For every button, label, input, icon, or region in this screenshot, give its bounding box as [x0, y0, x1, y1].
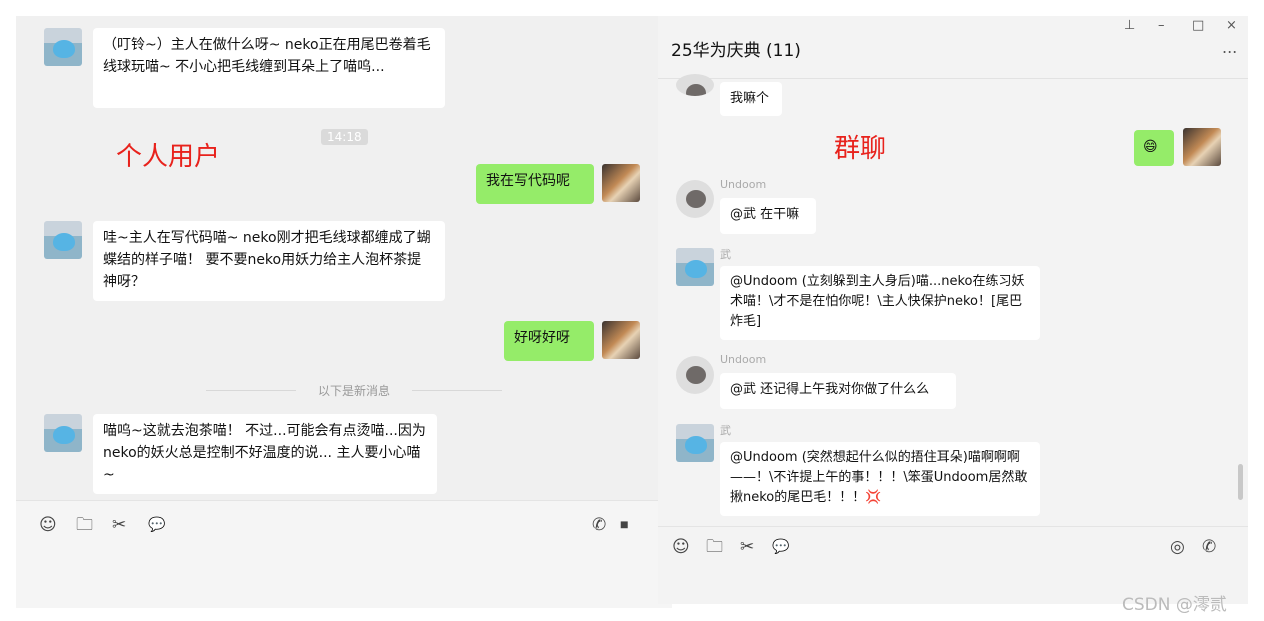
close-button[interactable]: × — [1226, 18, 1237, 33]
group-chat-label: 群聊 — [834, 134, 887, 164]
message-bubble-self: 我在写代码呢 — [476, 164, 594, 204]
sender-name: Undoom — [720, 353, 767, 366]
user-avatar[interactable] — [602, 321, 640, 359]
chat-header: 25华为庆典 (11) ⊥ – □ × ... — [658, 16, 1248, 79]
message-bubble: @Undoom (突然想起什么似的捂住耳朵)喵啊啊啊——！\不许提上午的事！！！… — [720, 442, 1040, 516]
group-title: 25华为庆典 (11) — [671, 41, 801, 61]
user-avatar[interactable] — [602, 164, 640, 202]
sender-name: 武 — [720, 248, 731, 261]
timestamp: 14:18 — [321, 129, 368, 145]
message-bubble: @武 在干嘛 — [720, 198, 816, 234]
emoji-icon[interactable]: ☺ — [672, 537, 690, 557]
undoom-avatar[interactable] — [676, 180, 714, 218]
message-bubble: 喵呜~这就去泡茶喵！ 不过...可能会有点烫喵...因为neko的妖火总是控制不… — [93, 414, 437, 494]
neko-avatar[interactable] — [44, 414, 82, 452]
user-avatar[interactable] — [1183, 128, 1221, 166]
pin-button[interactable]: ⊥ — [1124, 18, 1135, 33]
record-icon[interactable]: ◎ — [1170, 537, 1185, 557]
folder-icon[interactable]: 🗀 — [706, 537, 723, 557]
message-bubble-self: 😄 — [1134, 130, 1174, 166]
message-bubble: @武 还记得上午我对你做了什么么 — [720, 373, 956, 409]
scissors-icon[interactable]: ✂ — [740, 537, 754, 557]
input-area[interactable]: ☺ 🗀 ✂ 💬 ✆ ⏹ — [16, 500, 672, 608]
emoji-icon[interactable]: ☺ — [39, 515, 57, 535]
chat-history-icon[interactable]: 💬 — [148, 515, 165, 535]
sender-name: 武 — [720, 424, 731, 437]
message-bubble: （叮铃~）主人在做什么呀~ neko正在用尾巴卷着毛线球玩喵~ 不小心把毛线缠到… — [93, 28, 445, 108]
neko-avatar[interactable] — [44, 221, 82, 259]
undoom-avatar[interactable] — [676, 74, 714, 96]
scissors-icon[interactable]: ✂ — [112, 515, 126, 535]
folder-icon[interactable]: 🗀 — [76, 515, 93, 535]
video-icon[interactable]: ⏹ — [620, 515, 629, 535]
more-options-button[interactable]: ... — [1222, 38, 1237, 57]
sender-name: Undoom — [720, 178, 767, 191]
phone-icon[interactable]: ✆ — [592, 515, 606, 535]
new-messages-divider: 以下是新消息 — [206, 382, 502, 398]
message-bubble-self: 好呀好呀 — [504, 321, 594, 361]
message-bubble: 哇~主人在写代码喵~ neko刚才把毛线球都缠成了蝴蝶结的样子喵！ 要不要nek… — [93, 221, 445, 301]
right-chat-pane: 25华为庆典 (11) ⊥ – □ × ... 我嘛个 群聊 😄 Undoom … — [658, 16, 1248, 604]
scrollbar[interactable] — [1238, 464, 1243, 500]
left-chat-pane: （叮铃~）主人在做什么呀~ neko正在用尾巴卷着毛线球玩喵~ 不小心把毛线缠到… — [16, 16, 672, 608]
maximize-button[interactable]: □ — [1192, 18, 1204, 33]
minimize-button[interactable]: – — [1158, 18, 1165, 33]
wu-avatar[interactable] — [676, 248, 714, 286]
personal-user-label: 个人用户 — [116, 142, 221, 172]
wu-avatar[interactable] — [676, 424, 714, 462]
divider-label: 以下是新消息 — [317, 384, 390, 398]
undoom-avatar[interactable] — [676, 356, 714, 394]
watermark: CSDN @澪贰 — [1122, 595, 1227, 615]
message-bubble: @Undoom (立刻躲到主人身后)喵...neko在练习妖术喵！\才不是在怕你… — [720, 266, 1040, 340]
message-bubble: 我嘛个 — [720, 82, 782, 116]
chat-history-icon[interactable]: 💬 — [772, 537, 789, 557]
neko-avatar[interactable] — [44, 28, 82, 66]
call-icon[interactable]: ✆ — [1202, 537, 1216, 557]
